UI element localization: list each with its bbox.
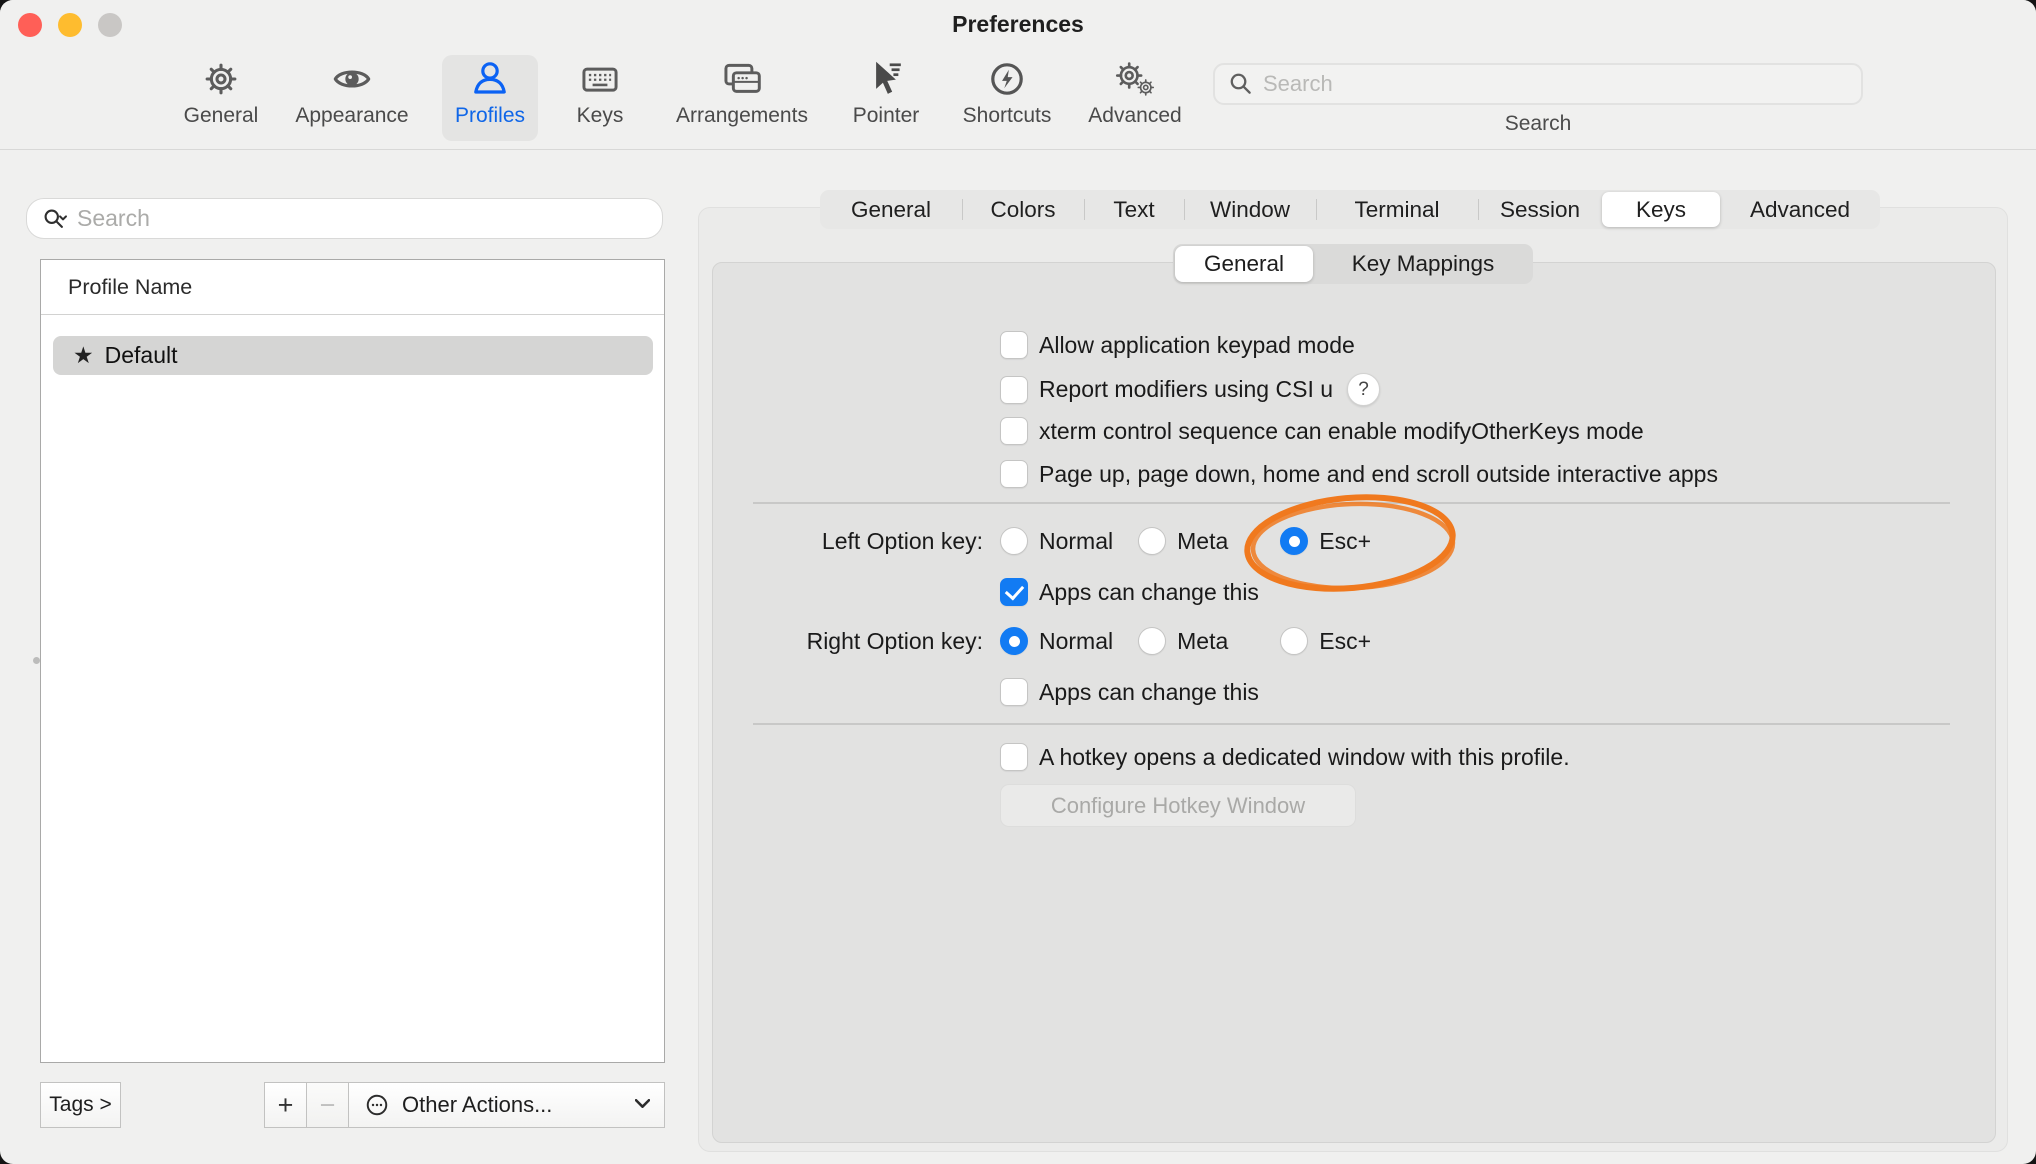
toolbar-item-pointer[interactable]: Pointer [836, 55, 936, 141]
toolbar-search-caption: Search [1213, 112, 1863, 136]
left-option-esc-radio[interactable] [1280, 527, 1308, 555]
tags-button[interactable]: Tags > [40, 1082, 121, 1128]
left-option-normal-radio[interactable] [1000, 527, 1028, 555]
right-apps-can-change-checkbox[interactable] [1000, 678, 1028, 706]
profile-search-input[interactable] [77, 205, 617, 232]
modify-other-keys-checkbox[interactable] [1000, 417, 1028, 445]
keyboard-icon [579, 55, 621, 103]
profile-search-field[interactable] [26, 198, 663, 239]
splitter-handle[interactable] [33, 657, 40, 664]
checkbox-row: Report modifiers using CSI u ? [1000, 373, 1380, 406]
hotkey-window-checkbox[interactable] [1000, 743, 1028, 771]
tab-session[interactable]: Session [1478, 190, 1602, 229]
other-actions-label: Other Actions... [402, 1092, 552, 1118]
window-title: Preferences [0, 11, 2036, 38]
default-profile-star-icon: ★ [73, 342, 94, 369]
divider [753, 723, 1950, 725]
right-option-esc-radio[interactable] [1280, 627, 1308, 655]
right-option-key-row: Right Option key: Normal Meta Esc+ [700, 627, 1371, 655]
checkbox-row: Allow application keypad mode [1000, 331, 1355, 359]
search-icon [1227, 70, 1255, 98]
tab-colors[interactable]: Colors [962, 190, 1084, 229]
tab-terminal[interactable]: Terminal [1316, 190, 1478, 229]
tab-general[interactable]: General [820, 190, 962, 229]
person-icon [469, 55, 511, 103]
checkbox-row: Apps can change this [1000, 678, 1259, 706]
right-option-meta-radio[interactable] [1138, 627, 1166, 655]
preferences-window: Preferences General Appearance Profiles [0, 0, 2036, 1164]
toolbar-search-field[interactable] [1213, 63, 1863, 105]
profile-tabbar: General Colors Text Window Terminal Sess… [820, 190, 1880, 229]
cursor-icon [865, 55, 907, 103]
profile-row-default[interactable]: ★ Default [53, 336, 653, 375]
right-option-key-label: Right Option key: [700, 628, 983, 655]
left-apps-can-change-checkbox[interactable] [1000, 578, 1028, 606]
right-option-normal-radio[interactable] [1000, 627, 1028, 655]
remove-profile-button[interactable]: − [306, 1082, 349, 1128]
tab-text[interactable]: Text [1084, 190, 1184, 229]
toolbar-search-input[interactable] [1263, 71, 1823, 97]
csi-u-checkbox[interactable] [1000, 376, 1028, 404]
checkbox-row: Page up, page down, home and end scroll … [1000, 460, 1718, 488]
tab-window[interactable]: Window [1184, 190, 1316, 229]
subtab-key-mappings[interactable]: Key Mappings [1315, 244, 1531, 284]
add-profile-button[interactable]: + [264, 1082, 307, 1128]
toolbar-item-profiles[interactable]: Profiles [442, 55, 538, 141]
divider [753, 502, 1950, 504]
toolbar-item-keys[interactable]: Keys [555, 55, 645, 141]
keys-subtabbar: General Key Mappings [1173, 244, 1533, 284]
profile-list: Profile Name ★ Default [40, 259, 665, 1063]
gear-icon [201, 55, 241, 103]
profile-name: Default [105, 342, 178, 369]
toolbar-item-general[interactable]: General [166, 55, 276, 141]
checkbox-row: A hotkey opens a dedicated window with t… [1000, 743, 1570, 771]
help-button[interactable]: ? [1347, 373, 1380, 406]
configure-hotkey-window-button[interactable]: Configure Hotkey Window [1000, 784, 1356, 827]
left-option-key-row: Left Option key: Normal Meta Esc+ [700, 527, 1371, 555]
profile-list-header: Profile Name [41, 260, 664, 315]
bolt-circle-icon [986, 55, 1028, 103]
eye-icon [331, 55, 373, 103]
allow-keypad-checkbox[interactable] [1000, 331, 1028, 359]
left-option-key-label: Left Option key: [700, 528, 983, 555]
tab-keys[interactable]: Keys [1602, 192, 1720, 227]
page-scroll-checkbox[interactable] [1000, 460, 1028, 488]
toolbar-item-appearance[interactable]: Appearance [287, 55, 417, 141]
toolbar-item-arrangements[interactable]: Arrangements [667, 55, 817, 141]
ellipsis-circle-icon [362, 1090, 392, 1120]
toolbar-item-shortcuts[interactable]: Shortcuts [947, 55, 1067, 141]
chevron-down-icon [635, 1099, 650, 1109]
windows-icon [721, 55, 763, 103]
tab-advanced[interactable]: Advanced [1720, 190, 1880, 229]
titlebar: Preferences General Appearance Profiles [0, 0, 2036, 150]
toolbar-item-advanced[interactable]: Advanced [1078, 55, 1192, 141]
gears-icon [1112, 55, 1158, 103]
checkbox-row: Apps can change this [1000, 578, 1259, 606]
left-option-meta-radio[interactable] [1138, 527, 1166, 555]
subtab-general[interactable]: General [1175, 246, 1313, 282]
search-menu-icon [39, 204, 69, 234]
other-actions-dropdown[interactable]: Other Actions... [348, 1082, 665, 1128]
checkbox-row: xterm control sequence can enable modify… [1000, 417, 1644, 445]
